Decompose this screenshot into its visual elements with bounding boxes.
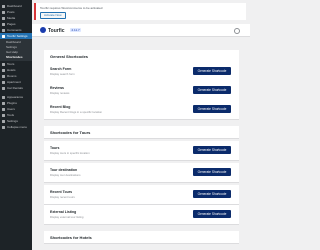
row-description: Display external tour listing — [50, 215, 84, 219]
brush-icon — [2, 95, 5, 99]
row-description: Display tour destinations — [50, 173, 81, 177]
car-icon — [2, 86, 5, 90]
comment-icon — [2, 28, 5, 32]
woocommerce-notice: Tourfic requires WooCommerce to be activ… — [34, 3, 246, 20]
generate-shortcode-button[interactable]: Generate Shortcode — [193, 168, 231, 176]
shortcode-row: Recent Blog Display Recent blogs in a sp… — [44, 100, 239, 120]
section-title: Shortcodes for Tours — [50, 130, 91, 135]
generate-shortcode-button[interactable]: Generate Shortcode — [193, 86, 231, 94]
settings-icon — [2, 119, 5, 123]
generate-shortcode-button[interactable]: Generate Shortcode — [193, 105, 231, 113]
hotel-icon — [2, 68, 5, 72]
notice-text: Tourfic requires WooCommerce to be activ… — [40, 6, 103, 10]
shortcode-row: Tour destination Display tour destinatio… — [44, 163, 239, 183]
submenu-item-shortcodes[interactable]: Shortcodes — [0, 55, 32, 60]
admin-sidebar: Dashboard Posts Media Pages Comments Tou… — [0, 0, 32, 250]
tourfic-submenu: Dashboard Settings Get Help Shortcodes — [0, 39, 32, 61]
brand-name: Tourfic — [48, 27, 65, 34]
shortcode-row: Tours Display tours in specific location… — [44, 141, 239, 161]
generate-shortcode-button[interactable]: Generate Shortcode — [193, 190, 231, 198]
tours-icon — [2, 62, 5, 66]
tourfic-logo-icon — [40, 27, 46, 33]
apartment-icon — [2, 80, 5, 84]
plugin-icon — [2, 101, 5, 105]
help-icon[interactable] — [234, 27, 240, 34]
collapse-icon — [2, 125, 5, 129]
generate-shortcode-button[interactable]: Generate Shortcode — [193, 146, 231, 154]
users-icon — [2, 107, 5, 111]
sidebar-collapse-menu[interactable]: Collapse menu — [0, 124, 32, 130]
row-title: Recent Tours — [50, 190, 73, 194]
generate-shortcode-button[interactable]: Generate Shortcode — [193, 210, 231, 218]
row-description: Display Recent blogs in a specific locat… — [50, 110, 103, 114]
row-description: Display search form — [50, 72, 75, 76]
shortcode-row: Reviews Display reviews Generate Shortco… — [44, 81, 239, 101]
page-icon — [2, 22, 5, 26]
generate-shortcode-button[interactable]: Generate Shortcode — [193, 67, 231, 75]
tools-icon — [2, 113, 5, 117]
section-tours-shortcodes: Shortcodes for Tours — [44, 126, 239, 139]
tourfic-header: Tourfic 2.11.7 — [32, 24, 250, 37]
row-description: Display recent tours — [50, 195, 75, 199]
section-title: Shortcodes for Hotels — [50, 235, 92, 240]
row-title: Search Form — [50, 67, 72, 71]
shortcode-row: External Listing Display external tour l… — [44, 205, 239, 225]
row-description: Display reviews — [50, 91, 70, 95]
row-title: Tours — [50, 146, 60, 150]
activate-now-button[interactable]: Activate Now — [40, 12, 66, 19]
room-icon — [2, 74, 5, 78]
pin-icon — [2, 10, 5, 14]
version-badge: 2.11.7 — [70, 27, 82, 32]
section-hotels-shortcodes: Shortcodes for Hotels — [44, 231, 239, 244]
row-title: Reviews — [50, 86, 65, 90]
shortcode-row: Recent Tours Display recent tours Genera… — [44, 185, 239, 205]
media-icon — [2, 16, 5, 20]
row-title: Recent Blog — [50, 105, 71, 109]
section-title: General Shortcodes — [50, 54, 89, 59]
row-description: Display tours in specific location — [50, 151, 90, 155]
row-title: External Listing — [50, 210, 77, 214]
tourfic-icon — [2, 34, 5, 38]
dashboard-icon — [2, 4, 5, 8]
row-title: Tour destination — [50, 168, 78, 172]
shortcode-row: Search Form Display search form Generate… — [44, 62, 239, 82]
